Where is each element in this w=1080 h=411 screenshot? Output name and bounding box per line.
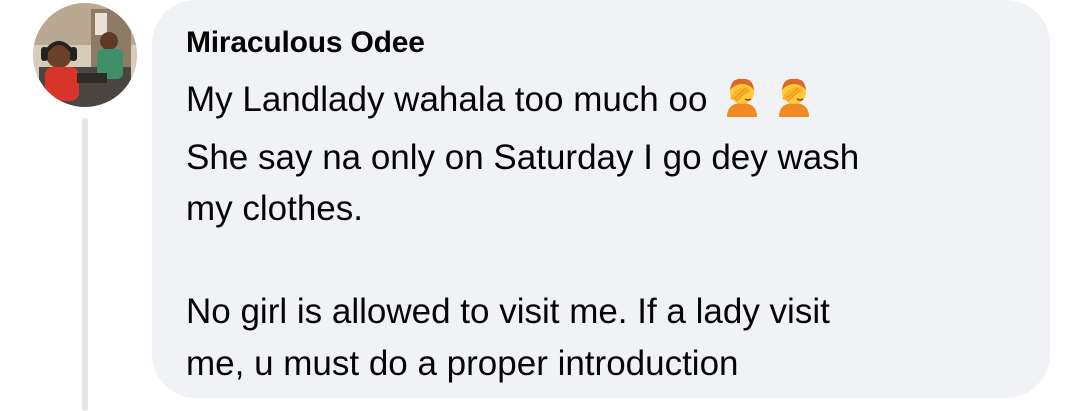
comment-author-name[interactable]: Miraculous Odee — [186, 26, 425, 60]
avatar[interactable] — [33, 3, 137, 107]
comment-first-line: My Landlady wahala too much oo — [186, 80, 708, 119]
comment-body: She say na only on Saturday I go dey was… — [186, 137, 860, 383]
comment-emojis — [721, 75, 825, 132]
person-facepalming-icon — [779, 78, 810, 117]
profile-photo — [33, 3, 137, 107]
comment-text: My Landlady wahala too much oo She say n… — [186, 74, 1006, 389]
reply-thread-line — [82, 118, 88, 411]
person-facepalming-icon — [727, 78, 758, 117]
comment-bubble[interactable]: Miraculous Odee My Landlady wahala too m… — [152, 0, 1050, 398]
